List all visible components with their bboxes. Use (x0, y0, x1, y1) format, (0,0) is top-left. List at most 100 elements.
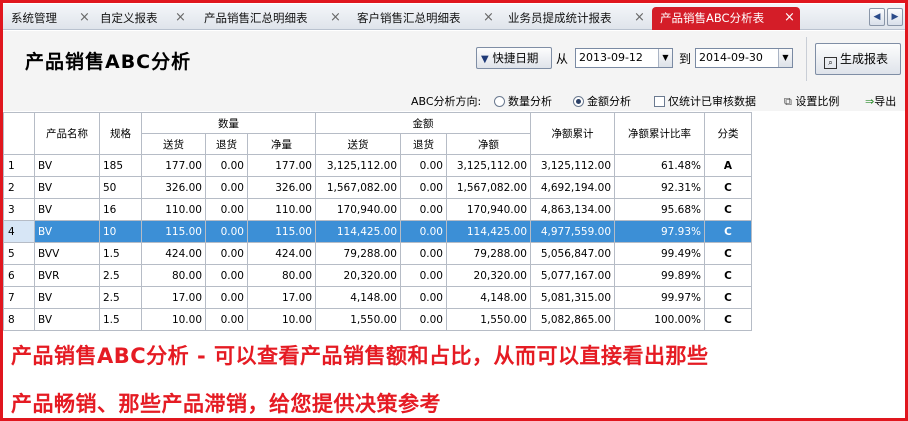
cell-amt-return[interactable]: 0.00 (400, 242, 447, 265)
cell-qty-return[interactable]: 0.00 (205, 242, 248, 265)
cell-product-name[interactable]: BV (34, 176, 100, 199)
tab-abc-analysis[interactable]: 产品销售ABC分析表 × (652, 7, 800, 30)
cell-qty-return[interactable]: 0.00 (205, 176, 248, 199)
cell-amt-net[interactable]: 79,288.00 (446, 242, 531, 265)
cell-cumulative-ratio[interactable]: 99.97% (614, 286, 705, 309)
column-header-spec[interactable]: 规格 (99, 112, 142, 155)
cell-qty-return[interactable]: 0.00 (205, 220, 248, 243)
table-row[interactable]: 3 BV 16 110.00 0.00 110.00 170,940.00 0.00 170,9… (3, 198, 752, 221)
cell-cumulative-amount[interactable]: 5,082,865.00 (530, 308, 615, 331)
cell-spec[interactable]: 2.5 (99, 264, 142, 287)
radio-selected-icon[interactable] (573, 96, 584, 107)
cell-qty-ship[interactable]: 177.00 (141, 154, 206, 177)
cell-cumulative-amount[interactable]: 5,077,167.00 (530, 264, 615, 287)
cell-cumulative-amount[interactable]: 5,056,847.00 (530, 242, 615, 265)
cell-abc-class[interactable]: C (704, 286, 752, 309)
cell-amt-return[interactable]: 0.00 (400, 286, 447, 309)
cell-amt-ship[interactable]: 1,550.00 (315, 308, 401, 331)
quantity-analysis-radio[interactable]: 数量分析 (494, 93, 552, 109)
close-icon[interactable]: × (330, 7, 341, 29)
cell-abc-class[interactable]: C (704, 198, 752, 221)
cell-amt-ship[interactable]: 3,125,112.00 (315, 154, 401, 177)
cell-amt-net[interactable]: 1,550.00 (446, 308, 531, 331)
cell-product-name[interactable]: BV (34, 286, 100, 309)
cell-qty-net[interactable]: 424.00 (247, 242, 316, 265)
close-icon[interactable]: × (483, 7, 494, 29)
cell-abc-class[interactable]: C (704, 176, 752, 199)
from-date-picker[interactable]: 2013-09-12 ▼ (575, 48, 673, 68)
tab-product-sales-summary[interactable]: 产品销售汇总明细表 × (204, 7, 341, 30)
cell-amt-net[interactable]: 1,567,082.00 (446, 176, 531, 199)
cell-qty-ship[interactable]: 10.00 (141, 308, 206, 331)
table-row[interactable]: 2 BV 50 326.00 0.00 326.00 1,567,082.00 0.00 1,5… (3, 176, 752, 199)
tab-custom-report[interactable]: 自定义报表 × (100, 7, 186, 30)
column-header-cumulative[interactable]: 净额累计 (530, 112, 615, 155)
cell-row-number[interactable]: 6 (3, 264, 35, 287)
cell-qty-return[interactable]: 0.00 (205, 154, 248, 177)
cell-qty-net[interactable]: 115.00 (247, 220, 316, 243)
cell-cumulative-ratio[interactable]: 92.31% (614, 176, 705, 199)
cell-qty-ship[interactable]: 110.00 (141, 198, 206, 221)
table-row[interactable]: 1 BV 185 177.00 0.00 177.00 3,125,112.00 0.00 3,… (3, 154, 752, 177)
cell-qty-net[interactable]: 110.00 (247, 198, 316, 221)
checkbox-icon[interactable] (654, 96, 665, 107)
cell-amt-ship[interactable]: 170,940.00 (315, 198, 401, 221)
cell-qty-return[interactable]: 0.00 (205, 198, 248, 221)
cell-amt-return[interactable]: 0.00 (400, 198, 447, 221)
to-date-picker[interactable]: 2014-09-30 ▼ (695, 48, 793, 68)
cell-amt-net[interactable]: 20,320.00 (446, 264, 531, 287)
cell-qty-return[interactable]: 0.00 (205, 264, 248, 287)
cell-abc-class[interactable]: C (704, 220, 752, 243)
cell-qty-net[interactable]: 10.00 (247, 308, 316, 331)
tab-scroll-right-icon[interactable]: ▶ (887, 8, 903, 26)
cell-abc-class[interactable]: C (704, 242, 752, 265)
cell-product-name[interactable]: BV (34, 308, 100, 331)
amount-analysis-radio[interactable]: 金额分析 (573, 93, 631, 109)
export-button[interactable]: ⇒导出 (865, 93, 896, 109)
column-header-class[interactable]: 分类 (704, 112, 752, 155)
cell-spec[interactable]: 1.5 (99, 308, 142, 331)
close-icon[interactable]: × (784, 7, 795, 29)
cell-product-name[interactable]: BV (34, 154, 100, 177)
cell-abc-class[interactable]: A (704, 154, 752, 177)
cell-spec[interactable]: 10 (99, 220, 142, 243)
cell-cumulative-ratio[interactable]: 95.68% (614, 198, 705, 221)
column-header-qty-return[interactable]: 退货 (205, 133, 248, 155)
table-row[interactable]: 6 BVR 2.5 80.00 0.00 80.00 20,320.00 0.00 20,320… (3, 264, 752, 287)
cell-qty-ship[interactable]: 17.00 (141, 286, 206, 309)
chevron-down-icon[interactable]: ▼ (658, 49, 672, 67)
table-row[interactable]: 5 BVV 1.5 424.00 0.00 424.00 79,288.00 0.00 79,2… (3, 242, 752, 265)
column-header-qty-net[interactable]: 净量 (247, 133, 316, 155)
column-header-cumulative-ratio[interactable]: 净额累计比率 (614, 112, 705, 155)
cell-amt-ship[interactable]: 20,320.00 (315, 264, 401, 287)
cell-spec[interactable]: 185 (99, 154, 142, 177)
cell-amt-ship[interactable]: 1,567,082.00 (315, 176, 401, 199)
cell-cumulative-ratio[interactable]: 61.48% (614, 154, 705, 177)
cell-abc-class[interactable]: C (704, 264, 752, 287)
cell-cumulative-ratio[interactable]: 99.89% (614, 264, 705, 287)
column-header-amt-return[interactable]: 退货 (400, 133, 447, 155)
cell-amt-return[interactable]: 0.00 (400, 220, 447, 243)
tab-scroll-left-icon[interactable]: ◀ (869, 8, 885, 26)
chevron-down-icon[interactable]: ▼ (778, 49, 792, 67)
cell-qty-net[interactable]: 17.00 (247, 286, 316, 309)
cell-cumulative-amount[interactable]: 5,081,315.00 (530, 286, 615, 309)
cell-cumulative-amount[interactable]: 4,692,194.00 (530, 176, 615, 199)
cell-amt-return[interactable]: 0.00 (400, 264, 447, 287)
cell-amt-net[interactable]: 4,148.00 (446, 286, 531, 309)
quick-date-button[interactable]: ▼ 快捷日期 (476, 47, 552, 69)
tab-system[interactable]: 系统管理 × (11, 7, 90, 30)
tab-salesman-commission[interactable]: 业务员提成统计报表 × (508, 7, 645, 30)
cell-product-name[interactable]: BVV (34, 242, 100, 265)
cell-spec[interactable]: 2.5 (99, 286, 142, 309)
cell-amt-ship[interactable]: 114,425.00 (315, 220, 401, 243)
cell-qty-ship[interactable]: 326.00 (141, 176, 206, 199)
cell-qty-return[interactable]: 0.00 (205, 286, 248, 309)
cell-abc-class[interactable]: C (704, 308, 752, 331)
table-row[interactable]: 7 BV 2.5 17.00 0.00 17.00 4,148.00 0.00 4,148.00… (3, 286, 752, 309)
close-icon[interactable]: × (175, 7, 186, 29)
cell-amt-ship[interactable]: 79,288.00 (315, 242, 401, 265)
cell-product-name[interactable]: BV (34, 220, 100, 243)
cell-amt-net[interactable]: 170,940.00 (446, 198, 531, 221)
radio-icon[interactable] (494, 96, 505, 107)
